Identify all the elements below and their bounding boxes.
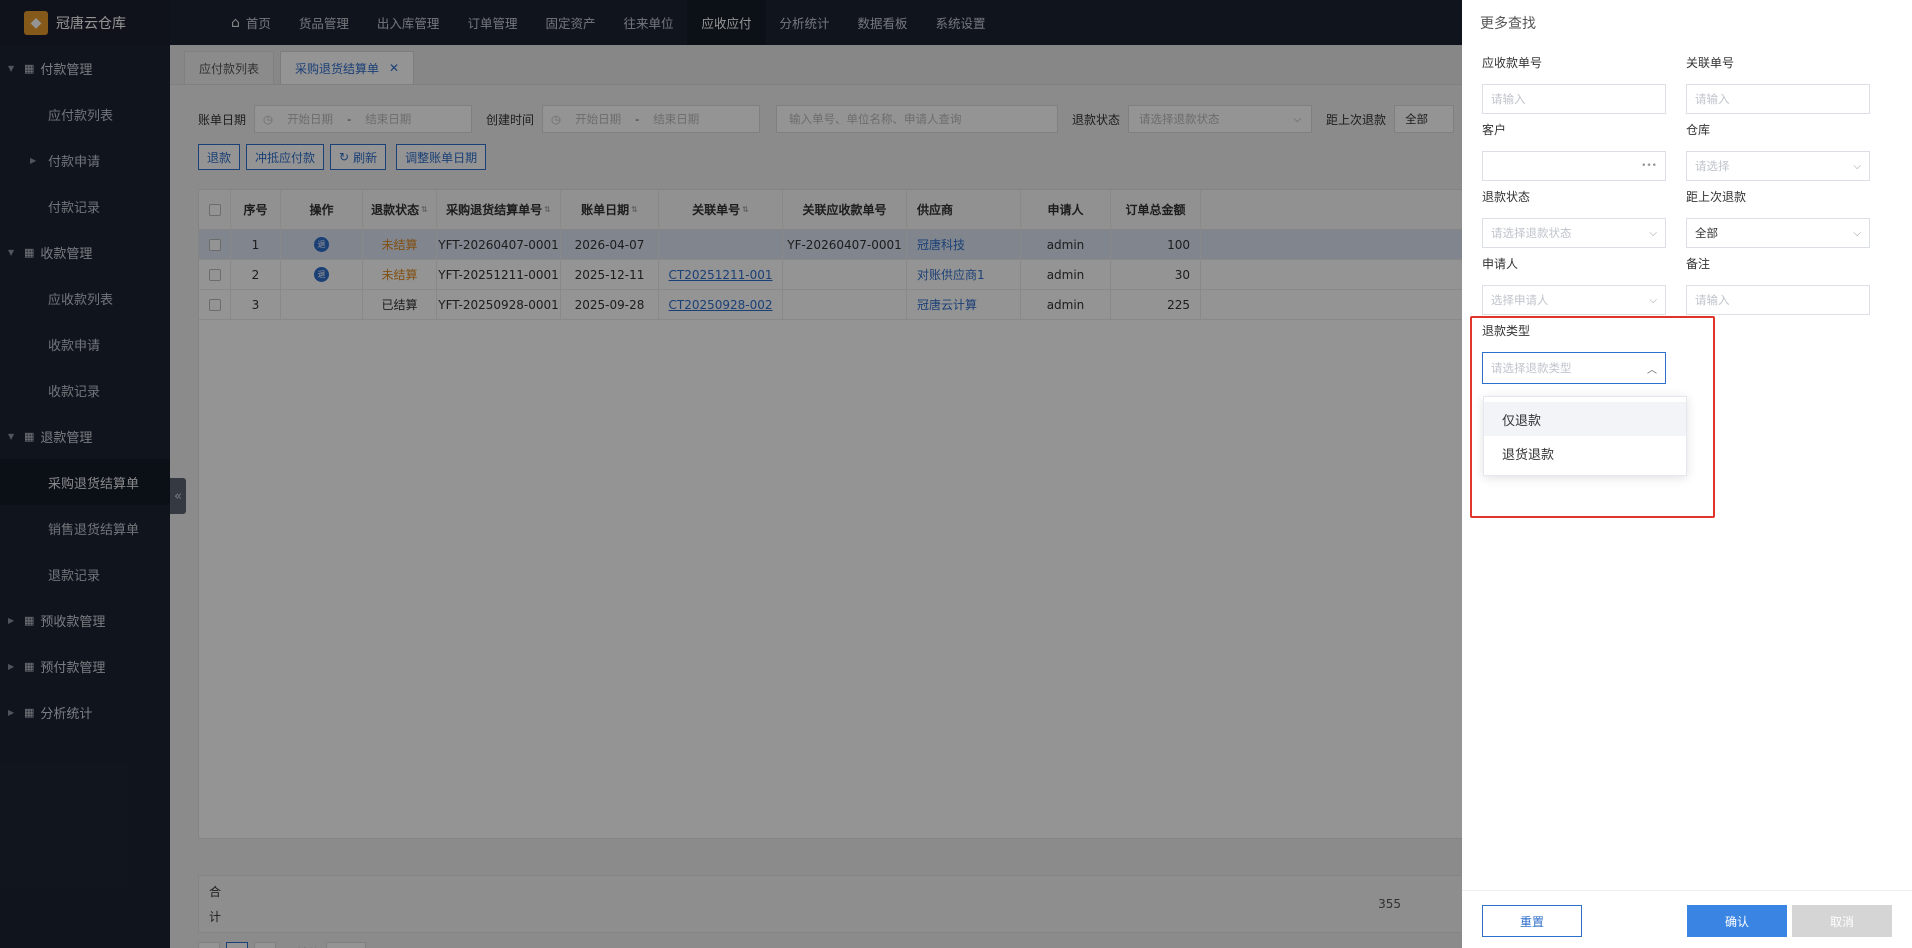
remark-input[interactable]: 请输入 xyxy=(1686,285,1870,315)
field-label: 仓库 xyxy=(1686,123,1711,137)
field-label: 关联单号 xyxy=(1686,56,1735,70)
field-remark: 备注 请输入 xyxy=(1686,255,1870,315)
drawer-footer: 重置 确认 取消 xyxy=(1462,890,1912,948)
customer-input[interactable]: ••• xyxy=(1482,151,1666,181)
field-refund-status: 退款状态 请选择退款状态 ⌵ xyxy=(1482,188,1666,248)
modal-overlay[interactable] xyxy=(0,0,1462,948)
field-label: 应收款单号 xyxy=(1482,56,1543,70)
chevron-down-icon: ⌵ xyxy=(1853,160,1861,172)
field-label: 备注 xyxy=(1686,257,1711,271)
refund-status-select[interactable]: 请选择退款状态 ⌵ xyxy=(1482,218,1666,248)
field-receivable-no: 应收款单号 请输入 xyxy=(1482,54,1666,114)
field-label: 客户 xyxy=(1482,123,1507,137)
app-root: ◆ 冠唐云仓库 ▼ ▦ 付款管理 应付款列表 ▶ 付款申请 付款记录 ▼ ▦ 收款管理 应… xyxy=(0,0,1912,948)
field-since-last-refund: 距上次退款 全部 ⌵ xyxy=(1686,188,1870,248)
cancel-button[interactable]: 取消 xyxy=(1792,905,1892,937)
field-label: 退款状态 xyxy=(1482,190,1531,204)
select-placeholder: 选择申请人 xyxy=(1491,293,1549,307)
chevron-down-icon: ⌵ xyxy=(1853,227,1861,239)
confirm-button[interactable]: 确认 xyxy=(1687,905,1787,937)
field-label: 申请人 xyxy=(1482,257,1519,271)
applicant-select[interactable]: 选择申请人 ⌵ xyxy=(1482,285,1666,315)
field-warehouse: 仓库 请选择 ⌵ xyxy=(1686,121,1870,181)
field-customer: 客户 ••• xyxy=(1482,121,1666,181)
warehouse-select[interactable]: 请选择 ⌵ xyxy=(1686,151,1870,181)
select-value: 全部 xyxy=(1695,226,1718,240)
related-no-input[interactable]: 请输入 xyxy=(1686,84,1870,114)
select-placeholder: 请选择退款状态 xyxy=(1491,226,1572,240)
field-label: 距上次退款 xyxy=(1686,190,1747,204)
more-dots-icon[interactable]: ••• xyxy=(1641,161,1657,171)
field-related-no: 关联单号 请输入 xyxy=(1686,54,1870,114)
reset-button[interactable]: 重置 xyxy=(1482,905,1582,937)
select-placeholder: 请选择 xyxy=(1695,159,1730,173)
chevron-down-icon: ⌵ xyxy=(1649,227,1657,239)
receivable-no-input[interactable]: 请输入 xyxy=(1482,84,1666,114)
since-last-refund-select[interactable]: 全部 ⌵ xyxy=(1686,218,1870,248)
drawer-title: 更多查找 xyxy=(1480,16,1536,32)
field-applicant: 申请人 选择申请人 ⌵ xyxy=(1482,255,1666,315)
highlight-box xyxy=(1470,316,1715,518)
chevron-down-icon: ⌵ xyxy=(1649,294,1657,306)
